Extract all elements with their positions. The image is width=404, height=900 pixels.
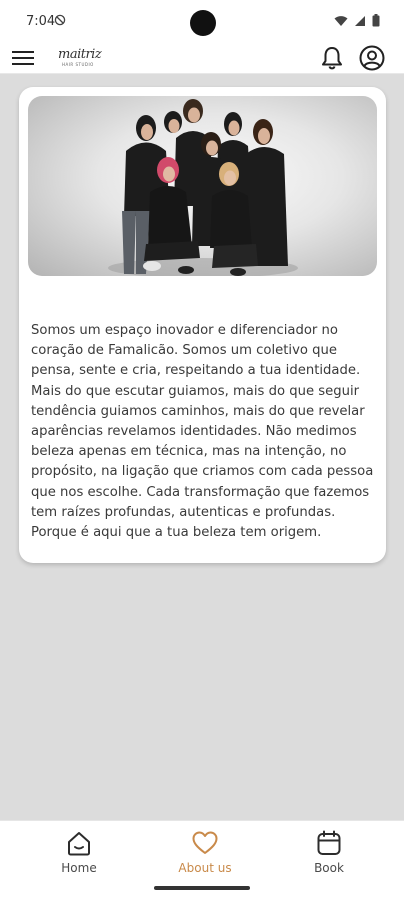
nav-about-us-label: About us: [178, 861, 232, 875]
status-time: 7:04: [26, 14, 56, 29]
status-bar: 7:04: [0, 0, 404, 44]
profile-button[interactable]: [358, 44, 386, 72]
battery-icon: [372, 14, 380, 27]
heart-icon: [192, 831, 218, 854]
menu-icon: [12, 51, 34, 53]
gesture-navigation-bar[interactable]: [154, 886, 250, 890]
app-bar: maitriz HAIR STUDIO: [0, 44, 404, 74]
status-icons: [334, 14, 380, 27]
camera-cutout: [190, 10, 216, 36]
logo[interactable]: maitriz HAIR STUDIO: [58, 48, 118, 70]
notifications-button[interactable]: [318, 44, 346, 72]
nav-home[interactable]: Home: [34, 829, 124, 885]
menu-button[interactable]: [12, 48, 34, 68]
nav-book-label: Book: [314, 861, 344, 875]
wifi-icon: [334, 15, 348, 26]
nav-book[interactable]: Book: [284, 829, 374, 885]
logo-text: maitriz: [58, 47, 102, 62]
menu-icon-line: [12, 57, 34, 59]
signal-icon: [355, 15, 365, 26]
bell-icon: [322, 47, 342, 70]
logo-subtitle: HAIR STUDIO: [62, 62, 94, 67]
nav-home-label: Home: [61, 861, 97, 875]
menu-icon-line: [12, 63, 34, 65]
calendar-icon: [317, 830, 341, 855]
do-not-disturb-icon: [54, 14, 66, 26]
home-icon: [68, 832, 90, 856]
user-icon: [359, 45, 385, 71]
team-photo-illustration: [108, 99, 298, 276]
about-card: Somos um espaço inovador e diferenciador…: [19, 87, 386, 563]
about-text: Somos um espaço inovador e diferenciador…: [31, 323, 374, 541]
team-photo: [28, 96, 377, 276]
nav-about-us[interactable]: About us: [160, 829, 250, 885]
